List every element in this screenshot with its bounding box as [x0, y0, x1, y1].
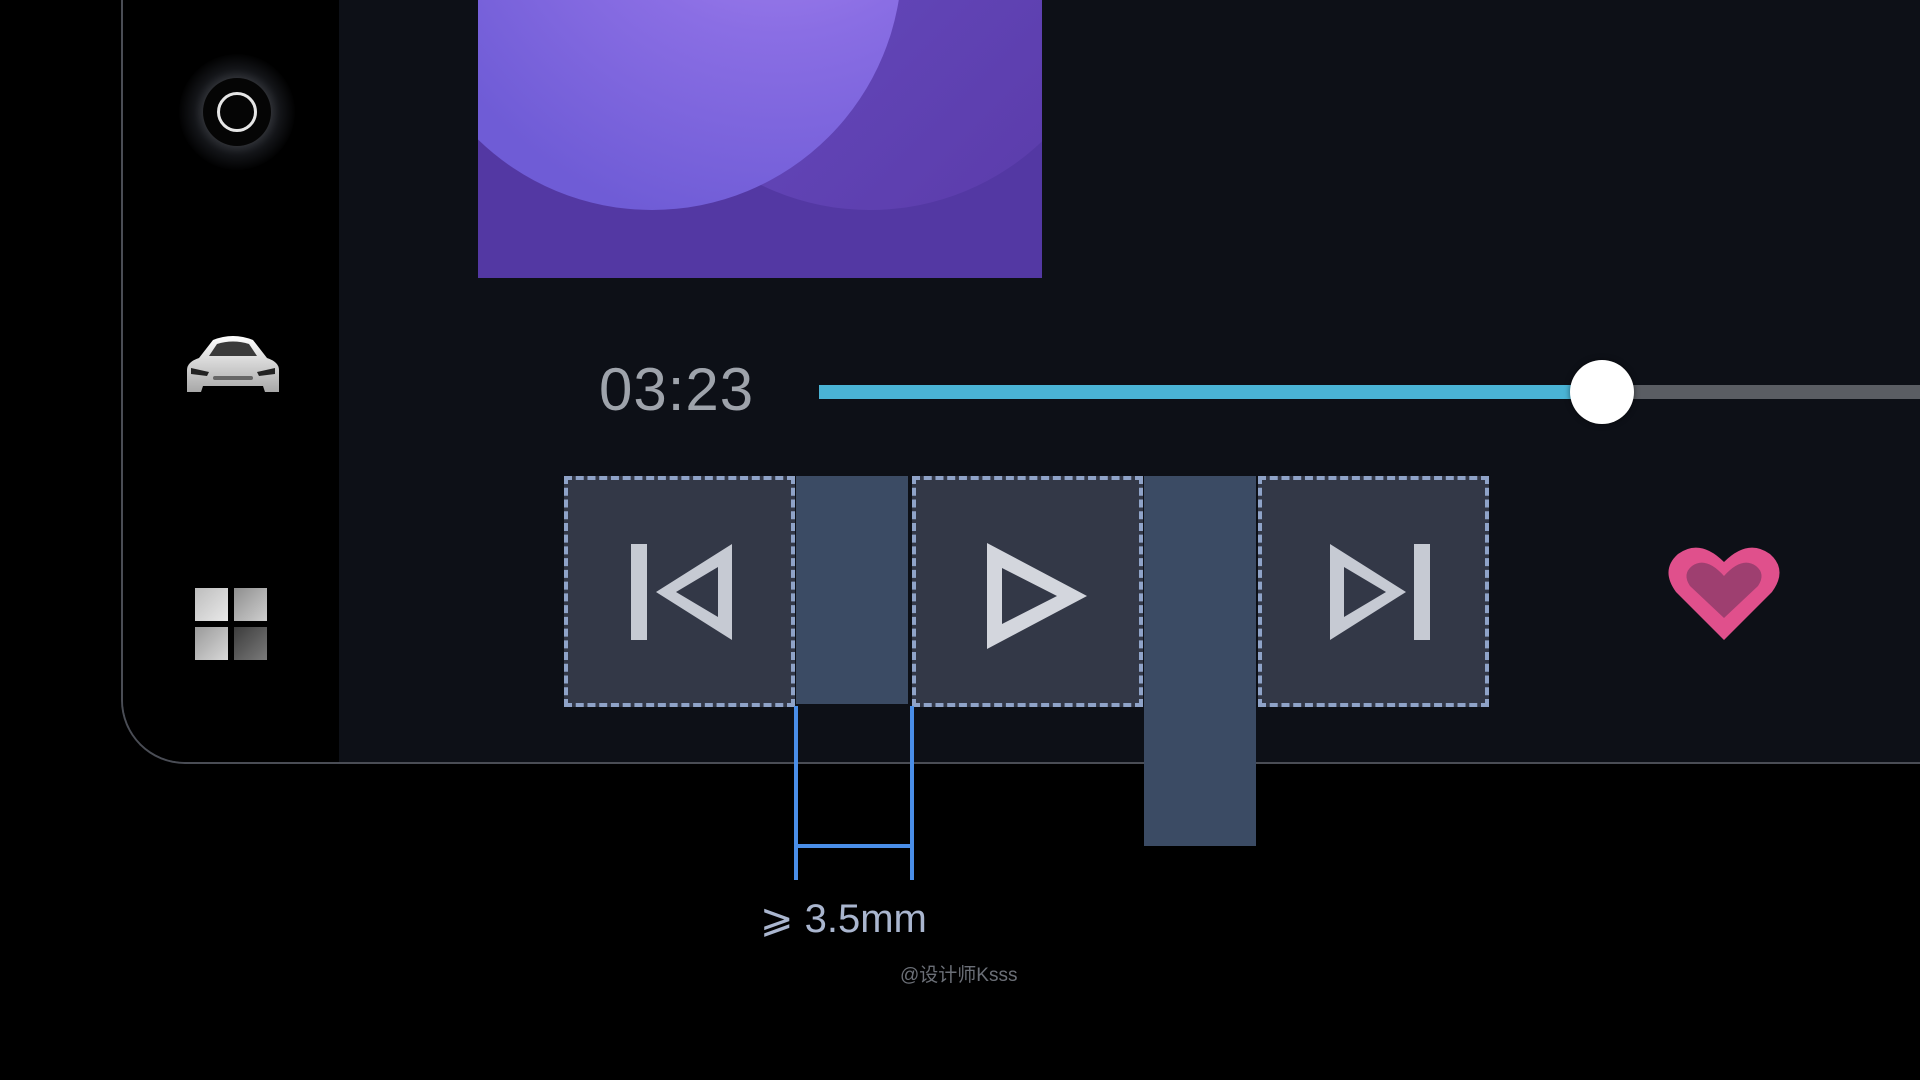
progress-fill — [819, 385, 1602, 399]
progress-handle[interactable] — [1569, 360, 1634, 424]
ring-icon — [203, 78, 271, 146]
watermark: @设计师Ksss — [900, 965, 1018, 986]
spacing-indicator — [796, 476, 908, 704]
next-button[interactable] — [1258, 476, 1489, 707]
album-art — [478, 0, 1042, 278]
spacing-measure-bracket — [794, 706, 914, 880]
sidebar-item-home[interactable] — [179, 54, 295, 170]
spacing-label: ⩾ 3.5mm — [760, 897, 927, 941]
progress-slider[interactable] — [819, 360, 1920, 424]
album-artwork-image — [478, 0, 1042, 210]
favorite-button[interactable] — [1664, 540, 1784, 650]
heart-icon — [1668, 547, 1780, 640]
sidebar-item-apps[interactable] — [195, 588, 269, 662]
skip-next-icon — [1330, 544, 1430, 640]
grid-icon — [195, 588, 269, 662]
spacing-indicator — [1144, 476, 1256, 846]
previous-button[interactable] — [564, 476, 795, 707]
car-icon — [187, 336, 279, 392]
sidebar-item-vehicle[interactable] — [183, 330, 283, 402]
skip-previous-icon — [631, 544, 732, 640]
elapsed-time: 03:23 — [599, 356, 755, 423]
play-button[interactable] — [912, 476, 1143, 707]
play-icon — [987, 543, 1087, 649]
sidebar — [123, 0, 339, 762]
